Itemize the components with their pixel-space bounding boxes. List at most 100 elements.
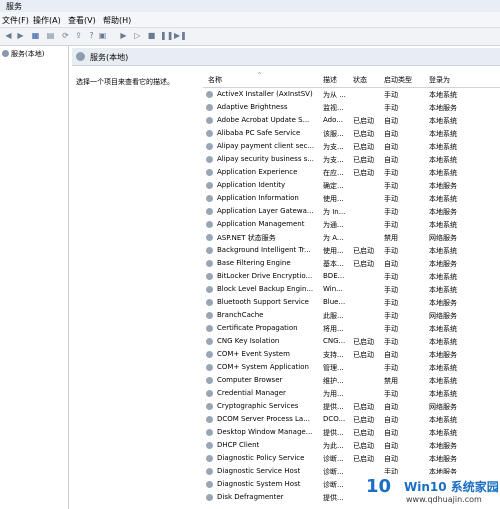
service-name: Background Intelligent Tr...	[217, 246, 311, 254]
pause-icon[interactable]: ❚❚	[160, 31, 173, 41]
gear-icon	[206, 416, 213, 423]
forward-icon[interactable]: ▶	[15, 31, 26, 41]
menu-help[interactable]: 帮助(H)	[103, 15, 131, 26]
service-logon-as: 本地系统	[429, 156, 457, 164]
stop-icon[interactable]: ■	[146, 31, 157, 41]
service-description: 管理...	[323, 364, 344, 372]
table-row[interactable]: Cryptographic Services 提供... 已启动 自动 网络服务	[203, 400, 500, 413]
service-name: COM+ System Application	[217, 363, 309, 371]
title-bar: 服务	[0, 0, 500, 12]
service-logon-as: 本地系统	[429, 377, 457, 385]
table-row[interactable]: Background Intelligent Tr... 使用... 已启动 手动 本地…	[203, 244, 500, 257]
service-description: Blue...	[323, 298, 346, 306]
service-logon-as: 本地系统	[429, 143, 457, 151]
table-row[interactable]: Computer Browser 维护... 禁用 本地系统	[203, 374, 500, 387]
properties-icon[interactable]: ▣	[97, 31, 108, 41]
table-row[interactable]: CNG Key Isolation CNG... 已启动 手动 本地系统	[203, 335, 500, 348]
table-row[interactable]: ActiveX Installer (AxInstSV) 为从 ... 手动 本地系统	[203, 88, 500, 101]
service-startup-type: 手动	[384, 312, 398, 320]
table-row[interactable]: BranchCache 此服... 手动 网络服务	[203, 309, 500, 322]
menu-view[interactable]: 查看(V)	[68, 15, 96, 26]
gear-icon	[206, 468, 213, 475]
table-row[interactable]: Application Identity 确定... 手动 本地服务	[203, 179, 500, 192]
table-row[interactable]: Alipay security business s... 为支... 已启动 自动 本…	[203, 153, 500, 166]
gear-icon	[206, 208, 213, 215]
table-row[interactable]: Certificate Propagation 将用... 手动 本地系统	[203, 322, 500, 335]
service-status: 已启动	[353, 260, 374, 268]
table-row[interactable]: Bluetooth Support Service Blue... 手动 本地服务	[203, 296, 500, 309]
back-icon[interactable]: ◀	[3, 31, 14, 41]
table-row[interactable]: DCOM Server Process La... DCO... 已启动 自动 本地系统	[203, 413, 500, 426]
service-name: Alipay payment client sec...	[217, 142, 315, 150]
table-row[interactable]: Adobe Acrobat Update S... Ado... 已启动 自动 本地系统	[203, 114, 500, 127]
service-startup-type: 手动	[384, 104, 398, 112]
service-name: Bluetooth Support Service	[217, 298, 309, 306]
tree-node-services-local[interactable]: 服务(本地)	[2, 49, 44, 59]
service-status: 已启动	[353, 416, 374, 424]
service-name: Application Management	[217, 220, 305, 228]
table-row[interactable]: Alipay payment client sec... 为支... 已启动 自动 本地…	[203, 140, 500, 153]
column-status[interactable]: 状态	[353, 75, 367, 85]
export-icon[interactable]: ⇪	[73, 31, 84, 41]
play-icon[interactable]: ▶	[118, 31, 129, 41]
service-startup-type: 自动	[384, 351, 398, 359]
table-row[interactable]: Desktop Window Manage... 提供... 已启动 自动 本地系统	[203, 426, 500, 439]
show-tree-icon[interactable]: ▦	[30, 31, 41, 41]
help-icon[interactable]: ?	[86, 31, 97, 41]
gear-icon	[206, 325, 213, 332]
service-logon-as: 本地服务	[429, 442, 457, 450]
service-description: 基本...	[323, 260, 344, 268]
service-name: Diagnostic Policy Service	[217, 454, 305, 462]
service-description: 为支...	[323, 143, 344, 151]
table-row[interactable]: Application Information 使用... 手动 本地系统	[203, 192, 500, 205]
table-row[interactable]: Application Layer Gatewa... 为 In... 手动 本地服务	[203, 205, 500, 218]
restart-icon[interactable]: ▶❚	[174, 31, 187, 41]
table-row[interactable]: Base Filtering Engine 基本... 已启动 自动 本地服务	[203, 257, 500, 270]
gear-icon	[206, 429, 213, 436]
watermark-logo: 10	[366, 476, 392, 497]
service-name: Disk Defragmenter	[217, 493, 284, 501]
play-icon-2[interactable]: ▷	[132, 31, 143, 41]
column-name[interactable]: 名称	[208, 75, 222, 85]
toolbar: ◀ ▶ ▦ ▤ ⟳ ⇪ ? ▣ ▶ ▷ ■ ❚❚ ▶❚	[0, 28, 500, 46]
table-row[interactable]: COM+ System Application 管理... 手动 本地系统	[203, 361, 500, 374]
service-logon-as: 本地系统	[429, 169, 457, 177]
gear-icon	[206, 312, 213, 319]
console-icon[interactable]: ▤	[45, 31, 56, 41]
service-name: DHCP Client	[217, 441, 260, 449]
service-startup-type: 自动	[384, 403, 398, 411]
service-logon-as: 网络服务	[429, 312, 457, 320]
gear-icon	[206, 351, 213, 358]
service-startup-type: 手动	[384, 169, 398, 177]
table-row[interactable]: COM+ Event System 支持... 已启动 自动 本地服务	[203, 348, 500, 361]
table-row[interactable]: Application Management 为通... 手动 本地系统	[203, 218, 500, 231]
column-startup-type[interactable]: 启动类型	[384, 75, 412, 85]
table-row[interactable]: Alibaba PC Safe Service 该服... 已启动 自动 本地系统	[203, 127, 500, 140]
service-logon-as: 本地系统	[429, 117, 457, 125]
service-startup-type: 手动	[384, 195, 398, 203]
service-startup-type: 自动	[384, 156, 398, 164]
table-row[interactable]: Adaptive Brightness 监视... 手动 本地服务	[203, 101, 500, 114]
gear-icon	[206, 221, 213, 228]
panel-title: 服务(本地)	[90, 53, 129, 62]
service-status: 已启动	[353, 338, 374, 346]
menu-file[interactable]: 文件(F)	[2, 15, 29, 26]
service-logon-as: 本地服务	[429, 182, 457, 190]
column-description[interactable]: 描述	[323, 75, 337, 85]
table-row[interactable]: Credential Manager 为用... 手动 本地系统	[203, 387, 500, 400]
menu-action[interactable]: 操作(A)	[33, 15, 61, 26]
table-row[interactable]: DHCP Client 为此... 已启动 自动 本地服务	[203, 439, 500, 452]
table-row[interactable]: ASP.NET 状态服务 为 A... 禁用 网络服务	[203, 231, 500, 244]
service-status: 已启动	[353, 351, 374, 359]
table-row[interactable]: Diagnostic Policy Service 诊断... 已启动 自动 本地服务	[203, 452, 500, 465]
table-row[interactable]: Application Experience 在应... 已启动 手动 本地系统	[203, 166, 500, 179]
table-row[interactable]: BitLocker Drive Encryptio... BDE... 手动 本地系统	[203, 270, 500, 283]
service-startup-type: 手动	[384, 286, 398, 294]
column-logon-as[interactable]: 登录为	[429, 75, 450, 85]
gear-icon	[206, 364, 213, 371]
service-logon-as: 本地系统	[429, 195, 457, 203]
refresh-icon[interactable]: ⟳	[60, 31, 71, 41]
table-row[interactable]: Block Level Backup Engin... Win... 手动 本地系统	[203, 283, 500, 296]
service-logon-as: 本地系统	[429, 273, 457, 281]
gear-icon	[206, 117, 213, 124]
